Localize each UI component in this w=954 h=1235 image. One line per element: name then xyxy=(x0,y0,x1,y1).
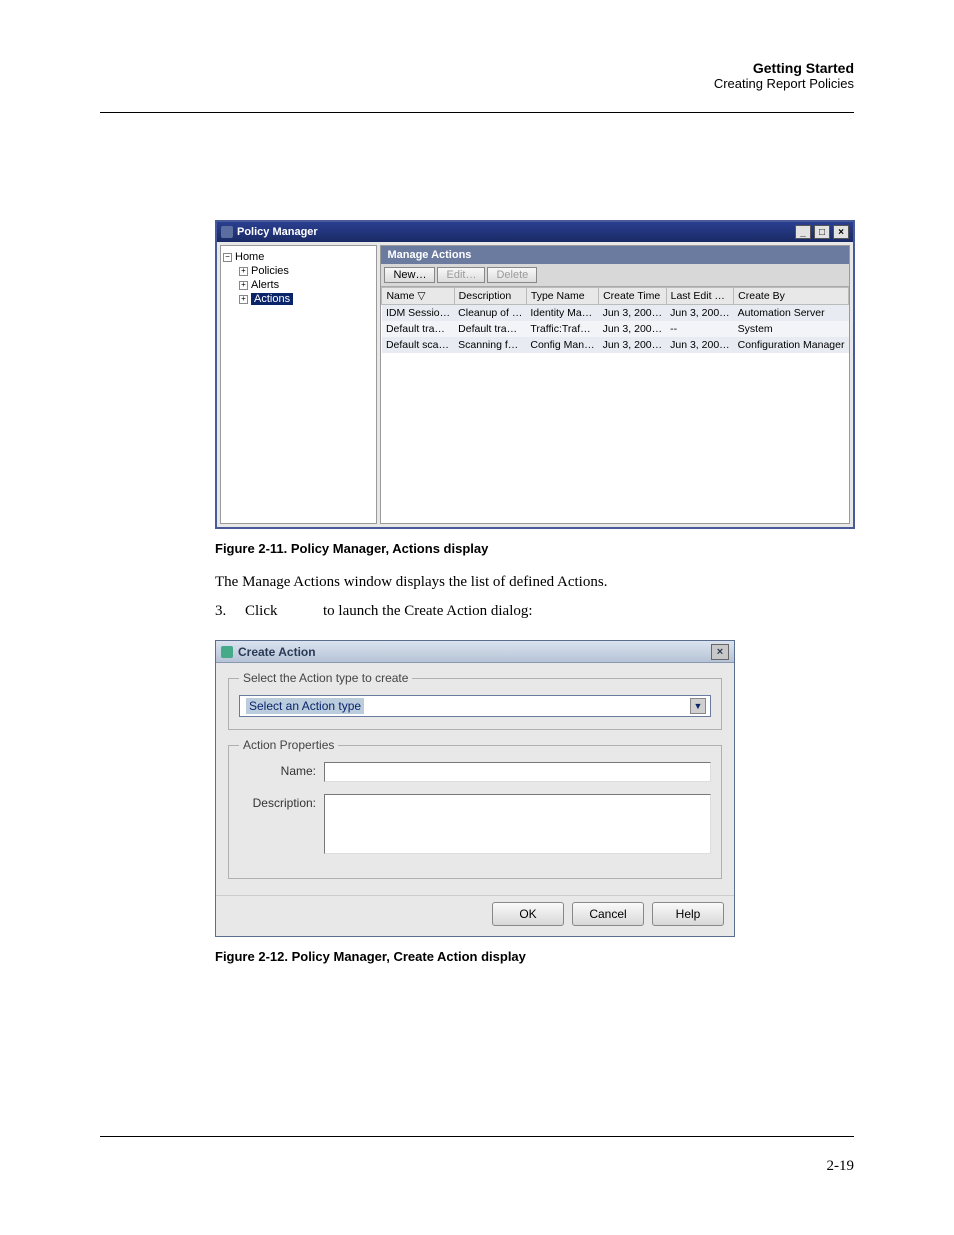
col-name[interactable]: Name ▽ xyxy=(382,288,454,305)
pm-tree[interactable]: − Home + Policies + Alerts + Actions xyxy=(220,245,377,524)
table-row[interactable]: Default sca… Scanning f… Config Man… Jun… xyxy=(382,337,849,353)
dialog-footer: OK Cancel Help xyxy=(216,895,734,936)
figure-caption-2: Figure 2-12. Policy Manager, Create Acti… xyxy=(215,949,854,964)
table-row[interactable]: IDM Sessio… Cleanup of … Identity Ma… Ju… xyxy=(382,305,849,322)
name-label: Name: xyxy=(239,762,324,778)
action-type-placeholder: Select an Action type xyxy=(246,698,364,714)
actions-table[interactable]: Name ▽ Description Type Name Create Time… xyxy=(381,287,849,523)
name-input[interactable] xyxy=(324,762,711,782)
description-input[interactable] xyxy=(324,794,711,854)
collapse-icon[interactable]: − xyxy=(223,253,232,262)
body-paragraph: The Manage Actions window displays the l… xyxy=(215,574,854,591)
action-properties-fieldset: Action Properties Name: Description: xyxy=(228,738,722,879)
create-action-dialog: Create Action × Select the Action type t… xyxy=(215,640,735,937)
action-properties-legend: Action Properties xyxy=(239,738,338,752)
col-type[interactable]: Type Name xyxy=(526,288,598,305)
minimize-button[interactable]: _ xyxy=(795,225,811,239)
new-button[interactable]: New… xyxy=(384,267,435,283)
table-row[interactable]: Default tra… Default tra… Traffic:Traf… … xyxy=(382,321,849,337)
pm-main-panel: Manage Actions New… Edit… Delete Name ▽ … xyxy=(380,245,850,524)
action-type-fieldset: Select the Action type to create Select … xyxy=(228,671,722,730)
step-text-b: to launch the Create Action dialog: xyxy=(323,603,533,619)
ca-titlebar: Create Action × xyxy=(216,641,734,663)
manage-actions-header: Manage Actions xyxy=(381,246,849,264)
header-subtitle: Creating Report Policies xyxy=(714,76,854,91)
col-create-by[interactable]: Create By xyxy=(734,288,849,305)
pm-app-icon xyxy=(221,226,233,238)
delete-button[interactable]: Delete xyxy=(487,267,537,283)
step-number: 3. xyxy=(215,603,233,620)
header-title: Getting Started xyxy=(714,60,854,76)
ca-title: Create Action xyxy=(238,645,316,659)
tree-home-label: Home xyxy=(235,251,264,263)
col-description[interactable]: Description xyxy=(454,288,526,305)
description-label: Description: xyxy=(239,794,324,810)
help-button[interactable]: Help xyxy=(652,902,724,926)
footer-rule xyxy=(100,1136,854,1137)
tree-alerts-label: Alerts xyxy=(251,279,279,291)
tree-alerts[interactable]: + Alerts xyxy=(239,278,374,292)
header-rule xyxy=(100,112,854,113)
page-number: 2-19 xyxy=(827,1158,855,1175)
action-type-select[interactable]: Select an Action type ▼ xyxy=(239,695,711,717)
col-last-edit[interactable]: Last Edit … xyxy=(666,288,734,305)
figure-caption-1: Figure 2-11. Policy Manager, Actions dis… xyxy=(215,541,854,556)
action-type-legend: Select the Action type to create xyxy=(239,671,412,685)
step-3: 3. Click to launch the Create Action dia… xyxy=(215,603,854,620)
edit-button[interactable]: Edit… xyxy=(437,267,485,283)
page-header: Getting Started Creating Report Policies xyxy=(714,60,854,91)
ok-button[interactable]: OK xyxy=(492,902,564,926)
content: Policy Manager _ □ × − Home + Policies xyxy=(215,220,854,964)
page: Getting Started Creating Report Policies… xyxy=(0,0,954,1235)
policy-manager-window: Policy Manager _ □ × − Home + Policies xyxy=(215,220,855,529)
expand-icon[interactable]: + xyxy=(239,295,248,304)
expand-icon[interactable]: + xyxy=(239,267,248,276)
tree-policies-label: Policies xyxy=(251,265,289,277)
table-header-row[interactable]: Name ▽ Description Type Name Create Time… xyxy=(382,288,849,305)
tree-home[interactable]: − Home xyxy=(223,250,374,264)
tree-actions-label: Actions xyxy=(251,293,293,305)
manage-actions-toolbar: New… Edit… Delete xyxy=(381,264,849,287)
chevron-down-icon[interactable]: ▼ xyxy=(690,698,706,714)
pm-title: Policy Manager xyxy=(237,226,318,238)
tree-policies[interactable]: + Policies xyxy=(239,264,374,278)
tree-actions[interactable]: + Actions xyxy=(239,292,374,306)
close-button[interactable]: × xyxy=(833,225,849,239)
maximize-button[interactable]: □ xyxy=(814,225,830,239)
step-text-a: Click xyxy=(245,603,278,619)
pm-titlebar: Policy Manager _ □ × xyxy=(217,222,853,242)
close-button[interactable]: × xyxy=(711,644,729,660)
expand-icon[interactable]: + xyxy=(239,281,248,290)
cancel-button[interactable]: Cancel xyxy=(572,902,644,926)
ca-app-icon xyxy=(221,646,233,658)
col-create-time[interactable]: Create Time xyxy=(599,288,667,305)
